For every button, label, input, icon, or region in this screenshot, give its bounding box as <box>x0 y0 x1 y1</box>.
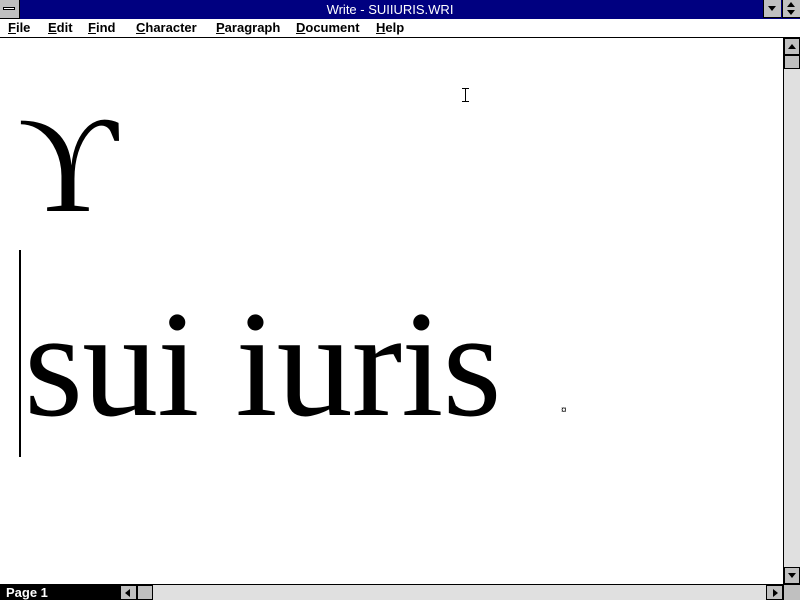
system-menu-icon <box>3 7 15 10</box>
scroll-right-button[interactable] <box>766 585 783 600</box>
menu-help[interactable]: Help <box>376 19 404 37</box>
page-indicator: Page 1 <box>0 585 120 600</box>
menu-find[interactable]: Find <box>88 19 115 37</box>
ibeam-cursor-icon <box>461 88 470 102</box>
restore-arrow-icon <box>787 10 795 15</box>
document-area[interactable]: ϒ sui iuris ¤ <box>0 38 783 584</box>
document-text: sui iuris <box>24 280 502 448</box>
system-menu-button[interactable] <box>0 0 20 19</box>
scroll-up-button[interactable] <box>784 38 800 55</box>
title-bar[interactable]: Write - SUIIURIS.WRI <box>0 0 800 19</box>
paragraph-mark: ¤ <box>561 405 567 416</box>
arrow-right-icon <box>773 589 778 597</box>
scroll-left-button[interactable] <box>120 585 137 600</box>
arrow-down-icon <box>788 573 796 578</box>
document-symbol: ϒ <box>18 88 118 241</box>
scroll-down-button[interactable] <box>784 567 800 584</box>
bottom-bar: Page 1 <box>0 584 800 600</box>
window-title: Write - SUIIURIS.WRI <box>326 2 454 17</box>
vertical-scroll-thumb[interactable] <box>784 55 800 69</box>
arrow-left-icon <box>125 589 130 597</box>
minimize-button[interactable] <box>763 0 781 18</box>
horizontal-scroll-thumb[interactable] <box>137 585 153 600</box>
menu-document[interactable]: Document <box>296 19 360 37</box>
menu-paragraph[interactable]: Paragraph <box>216 19 280 37</box>
minimize-arrow-icon <box>768 6 776 11</box>
scrollbar-corner <box>783 585 800 600</box>
menu-edit[interactable]: Edit <box>48 19 73 37</box>
maximize-button[interactable] <box>782 0 800 18</box>
menu-character[interactable]: Character <box>136 19 197 37</box>
maximize-arrow-icon <box>787 2 795 7</box>
arrow-up-icon <box>788 44 796 49</box>
menu-file[interactable]: File <box>8 19 30 37</box>
vertical-scrollbar[interactable] <box>783 38 800 584</box>
menu-bar: File Edit Find Character Paragraph Docum… <box>0 19 800 38</box>
text-caret <box>19 250 21 457</box>
